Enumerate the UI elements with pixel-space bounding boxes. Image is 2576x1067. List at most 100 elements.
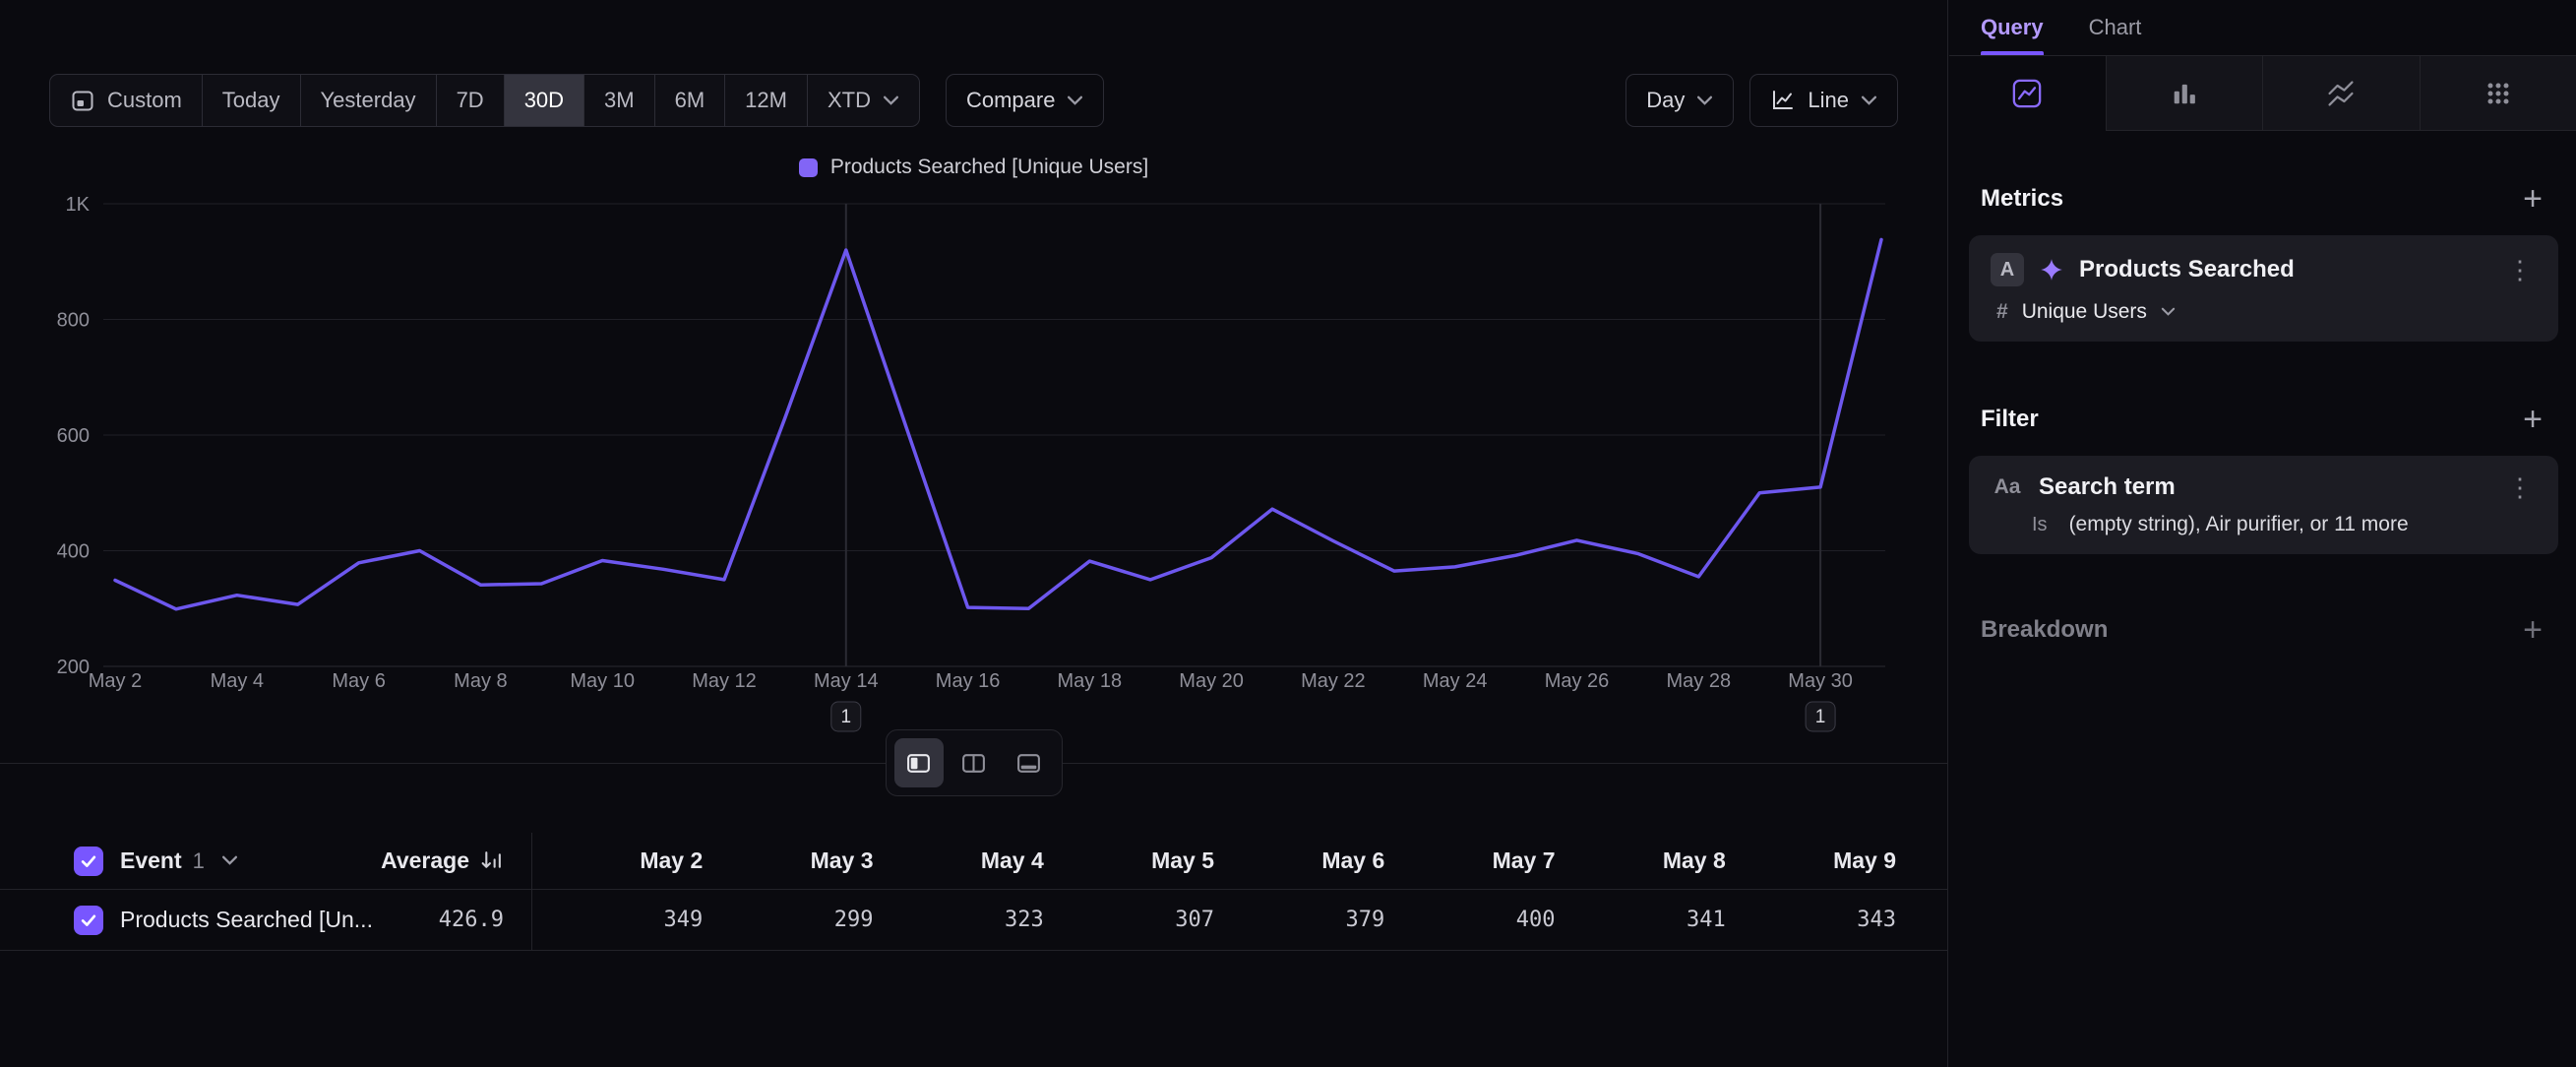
filter-section-header: Filter +	[1949, 403, 2576, 436]
tab-query[interactable]: Query	[1981, 0, 2044, 55]
number-symbol: #	[1996, 300, 2008, 324]
filter-value: (empty string), Air purifier, or 11 more	[2069, 513, 2409, 536]
table-cell: 341	[1556, 908, 1726, 932]
table-header-row: Event 1 Average May 2 May 3 May 4 May 5 …	[0, 833, 1947, 890]
check-icon	[79, 910, 98, 930]
svg-text:May 12: May 12	[692, 670, 757, 692]
chart-type-line-tab[interactable]	[1949, 56, 2106, 131]
add-metric-button[interactable]: +	[2523, 182, 2543, 216]
range-3m-button[interactable]: 3M	[584, 75, 655, 126]
insights-report: Custom Today Yesterday 7D 30D 3M 6M 12M …	[0, 0, 2576, 1067]
filter-condition[interactable]: Is (empty string), Air purifier, or 11 m…	[1991, 513, 2537, 536]
average-value: 426.9	[439, 908, 504, 932]
chart-type-bar-tab[interactable]	[2106, 56, 2263, 131]
sort-icon[interactable]	[479, 848, 504, 873]
svg-text:May 6: May 6	[332, 670, 385, 692]
layout-table-icon	[1015, 750, 1042, 777]
aggregation-label: Unique Users	[2022, 300, 2147, 324]
chart-type-button[interactable]: Line	[1749, 74, 1898, 127]
row-values: 349 299 323 307 379 400 341 343	[532, 908, 1947, 932]
row-checkbox[interactable]	[74, 906, 103, 935]
svg-text:May 26: May 26	[1545, 670, 1610, 692]
svg-text:May 24: May 24	[1423, 670, 1488, 692]
svg-text:600: 600	[57, 425, 90, 447]
layout-split-icon	[905, 750, 932, 777]
chevron-down-icon[interactable]	[221, 855, 238, 866]
range-today-button[interactable]: Today	[203, 75, 301, 126]
layout-split-button[interactable]	[894, 738, 944, 787]
add-filter-button[interactable]: +	[2523, 403, 2543, 436]
table-row: Products Searched [Un... 426.9 349 299 3…	[0, 890, 1947, 951]
add-breakdown-button[interactable]: +	[2523, 613, 2543, 647]
stacked-chart-icon	[2325, 78, 2357, 109]
calendar-icon	[70, 88, 95, 113]
svg-text:May 14: May 14	[814, 670, 879, 692]
metric-name: Products Searched	[2079, 256, 2488, 283]
aggregation-selector[interactable]: # Unique Users	[1991, 300, 2537, 324]
sidebar-tabs: Query Chart	[1949, 0, 2576, 56]
metric-overflow-menu[interactable]: ⋮	[2503, 257, 2537, 282]
table-col-header: May 7	[1384, 847, 1555, 874]
table-row-left: Products Searched [Un... 426.9	[0, 890, 532, 950]
chevron-down-icon	[1861, 95, 1877, 106]
svg-text:800: 800	[57, 310, 90, 332]
tab-chart[interactable]: Chart	[2089, 0, 2142, 55]
select-all-checkbox[interactable]	[74, 847, 103, 876]
filter-operator: Is	[2032, 514, 2048, 536]
bar-chart-icon	[2169, 78, 2200, 109]
layout-columns-button[interactable]	[950, 738, 999, 787]
chart-legend: Products Searched [Unique Users]	[0, 156, 1947, 179]
table-cell: 307	[1044, 908, 1214, 932]
table-col-header: May 9	[1726, 847, 1896, 874]
table-cell: 400	[1384, 908, 1555, 932]
event-count: 1	[193, 848, 205, 874]
range-6m-button[interactable]: 6M	[655, 75, 726, 126]
filter-overflow-menu[interactable]: ⋮	[2503, 474, 2537, 500]
svg-text:1: 1	[1815, 707, 1826, 727]
series-letter-badge: A	[1991, 253, 2024, 286]
svg-text:May 8: May 8	[454, 670, 507, 692]
range-12m-button[interactable]: 12M	[725, 75, 808, 126]
compare-button[interactable]: Compare	[946, 74, 1104, 127]
results-table: Event 1 Average May 2 May 3 May 4 May 5 …	[0, 833, 1947, 951]
metric-grid-icon	[2483, 78, 2514, 109]
query-sidebar: Query Chart Metrics + A	[1949, 0, 2576, 1067]
range-yesterday-button[interactable]: Yesterday	[301, 75, 437, 126]
range-custom-button[interactable]: Custom	[50, 75, 203, 126]
svg-text:1: 1	[841, 707, 852, 727]
svg-text:400: 400	[57, 541, 90, 563]
range-7d-button[interactable]: 7D	[437, 75, 505, 126]
range-xtd-button[interactable]: XTD	[808, 75, 919, 126]
toolbar: Custom Today Yesterday 7D 30D 3M 6M 12M …	[49, 74, 1898, 127]
svg-text:May 28: May 28	[1667, 670, 1732, 692]
table-col-header: May 6	[1214, 847, 1384, 874]
table-cell: 343	[1726, 908, 1896, 932]
metrics-title: Metrics	[1981, 185, 2063, 213]
line-chart-icon	[2011, 78, 2043, 109]
table-cell: 299	[703, 908, 873, 932]
layout-table-button[interactable]	[1005, 738, 1054, 787]
metrics-section-header: Metrics +	[1949, 182, 2576, 216]
range-30d-button[interactable]: 30D	[505, 75, 584, 126]
svg-text:May 4: May 4	[211, 670, 264, 692]
svg-text:May 18: May 18	[1058, 670, 1123, 692]
filter-title: Filter	[1981, 406, 2039, 433]
line-chart-icon	[1770, 88, 1796, 113]
svg-text:May 10: May 10	[570, 670, 635, 692]
chart-type-stacked-tab[interactable]	[2262, 56, 2420, 131]
metric-card[interactable]: A Products Searched ⋮ # Unique Users	[1969, 235, 2558, 342]
granularity-button[interactable]: Day	[1625, 74, 1734, 127]
chart-type-tabs	[1949, 56, 2576, 131]
table-header-left: Event 1 Average	[0, 833, 532, 889]
filter-card[interactable]: Aa Search term ⋮ Is (empty string), Air …	[1969, 456, 2558, 554]
table-col-header: May 4	[874, 847, 1044, 874]
svg-text:May 2: May 2	[89, 670, 142, 692]
svg-text:1K: 1K	[66, 194, 91, 216]
table-col-header: May 3	[703, 847, 873, 874]
chart-type-metric-tab[interactable]	[2420, 56, 2576, 131]
line-chart[interactable]: 1K800600400200May 2May 4May 6May 8May 10…	[49, 192, 1899, 743]
string-property-icon: Aa	[1991, 475, 2024, 499]
event-column-label: Event	[120, 847, 182, 874]
table-col-header: May 8	[1556, 847, 1726, 874]
legend-item[interactable]: Products Searched [Unique Users]	[799, 156, 1148, 179]
